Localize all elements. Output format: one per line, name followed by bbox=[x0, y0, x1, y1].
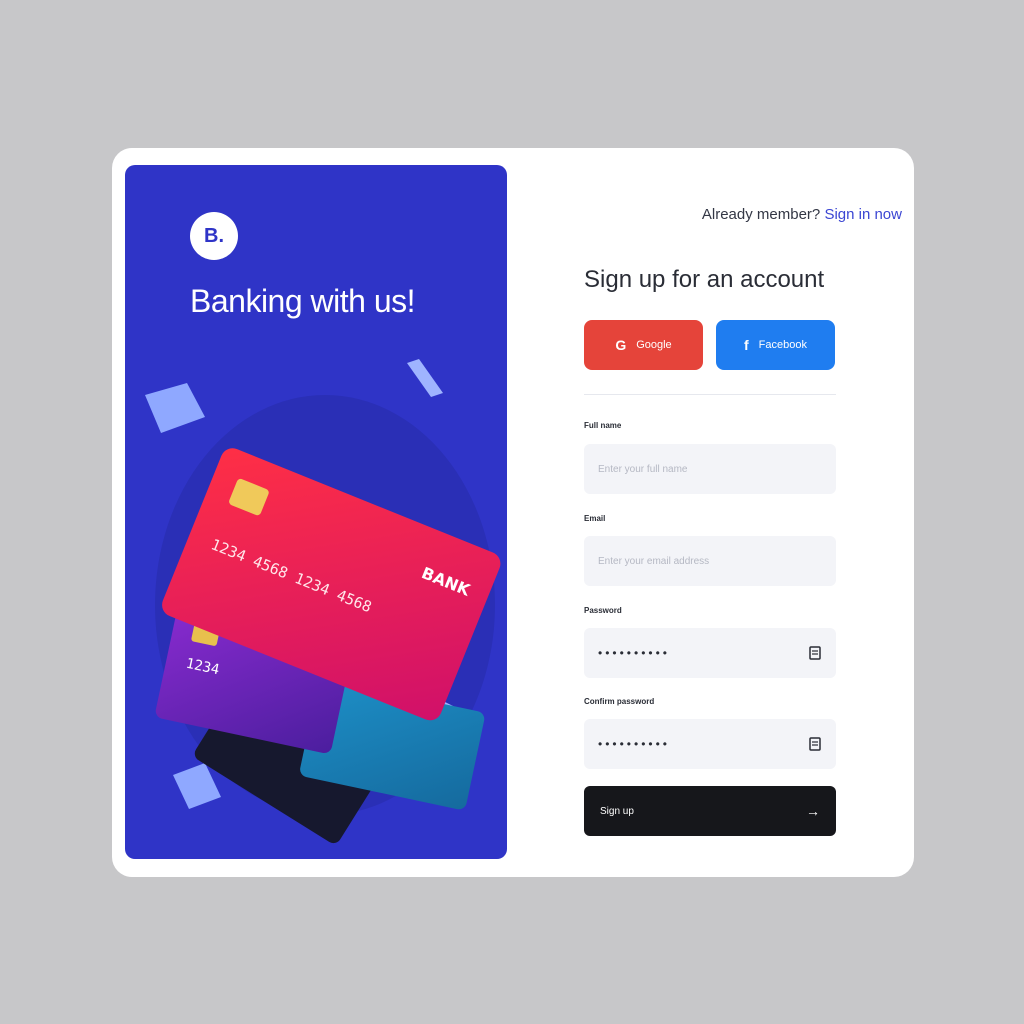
eye-icon[interactable] bbox=[808, 645, 822, 661]
full-name-input[interactable] bbox=[584, 444, 836, 494]
arrow-right-icon: → bbox=[806, 803, 820, 819]
eye-icon[interactable] bbox=[808, 736, 822, 752]
confirm-password-field bbox=[584, 719, 836, 769]
hero-panel: B. Banking with us! 1234 BANK 1234 4568 … bbox=[125, 165, 507, 859]
signup-button[interactable]: Sign up → bbox=[584, 786, 836, 836]
facebook-signup-button[interactable]: f Facebook bbox=[716, 320, 835, 370]
cube-decoration bbox=[145, 383, 205, 433]
confirm-password-input[interactable] bbox=[584, 719, 836, 769]
confirm-password-label: Confirm password bbox=[584, 697, 655, 706]
cube-decoration bbox=[407, 359, 443, 397]
cube-decoration bbox=[173, 763, 221, 809]
hero-headline: Banking with us! bbox=[190, 283, 416, 319]
signin-prompt-text: Already member? bbox=[701, 206, 821, 223]
full-name-label: Full name bbox=[584, 421, 622, 430]
signin-prompt: Already member? Sign in now bbox=[702, 206, 902, 223]
google-icon: G bbox=[615, 337, 627, 353]
facebook-icon: f bbox=[744, 337, 749, 353]
password-input[interactable] bbox=[584, 628, 836, 678]
email-input[interactable] bbox=[584, 536, 836, 586]
google-signup-button[interactable]: G Google bbox=[584, 320, 703, 370]
signup-card: B. Banking with us! 1234 BANK 1234 4568 … bbox=[112, 148, 914, 877]
google-label: Google bbox=[636, 339, 672, 351]
email-label: Email bbox=[584, 514, 606, 523]
facebook-label: Facebook bbox=[758, 339, 807, 351]
divider bbox=[584, 394, 836, 395]
credit-cards-illustration: 1234 BANK 1234 4568 1234 4568 bbox=[145, 359, 501, 844]
password-label: Password bbox=[584, 606, 622, 615]
form-title: Sign up for an account bbox=[584, 266, 825, 293]
password-field bbox=[584, 628, 836, 678]
signin-link[interactable]: Sign in now bbox=[824, 206, 902, 223]
signup-button-label: Sign up bbox=[600, 805, 634, 817]
brand-logo: B. bbox=[190, 212, 238, 260]
